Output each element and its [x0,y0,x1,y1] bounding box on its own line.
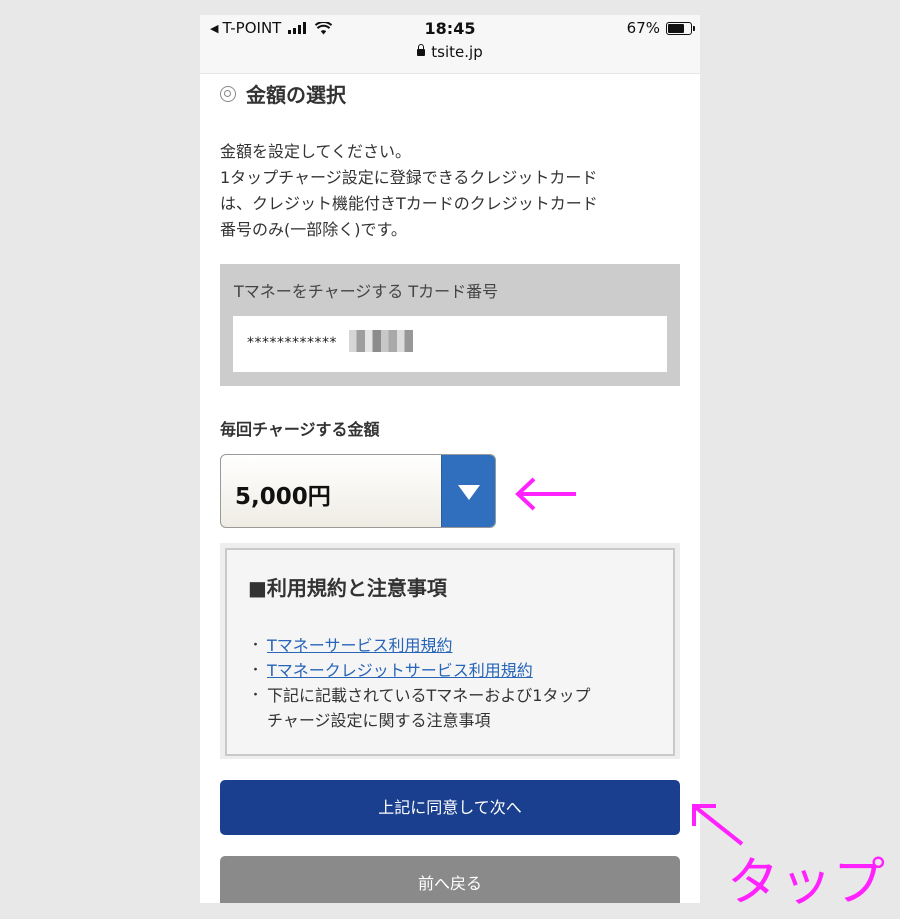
amount-select[interactable]: 5,000円 [220,454,496,528]
intro-line: 金額を設定してください。 [220,142,412,161]
clock: 18:45 [424,19,476,38]
terms-list: Tマネーサービス利用規約 Tマネークレジットサービス利用規約 下記に記載されてい… [249,633,591,733]
agree-next-button[interactable]: 上記に同意して次へ [220,780,680,835]
intro-line: 1タップチャージ設定に登録できるクレジットカード [220,168,598,187]
back-button[interactable]: 前へ戻る [220,856,680,903]
battery-percent: 67% [626,19,660,37]
url-text: tsite.jp [431,43,483,61]
lock-icon [417,44,426,56]
battery-icon [666,21,695,35]
terms-panel: ■利用規約と注意事項 Tマネーサービス利用規約 Tマネークレジットサービス利用規… [220,543,680,759]
card-number-field: ************ [233,316,667,372]
intro-line: 番号のみ(一部除く)です。 [220,220,407,239]
url-bar[interactable]: tsite.jp [200,43,700,61]
battery-status: 67% [626,19,695,37]
dropdown-arrow-icon[interactable] [441,455,495,527]
masked-card-number: ************ [247,335,337,351]
card-number-label: Tマネーをチャージする Tカード番号 [234,282,499,301]
terms-box: ■利用規約と注意事項 Tマネーサービス利用規約 Tマネークレジットサービス利用規… [225,548,675,756]
note-line: 下記に記載されているTマネーおよび1タップ [267,686,591,705]
note-line: チャージ設定に関する注意事項 [267,711,491,730]
intro-text: 金額を設定してください。 1タップチャージ設定に登録できるクレジットカード は、… [220,139,680,243]
double-circle-icon [220,85,236,102]
amount-selected-value: 5,000円 [235,484,331,510]
credit-terms-link[interactable]: Tマネークレジットサービス利用規約 [267,661,533,680]
section-title-text: 金額の選択 [246,83,346,107]
terms-title: ■利用規約と注意事項 [248,576,447,600]
section-title: 金額の選択 [220,79,346,108]
list-item: Tマネークレジットサービス利用規約 [249,658,590,683]
list-item: Tマネーサービス利用規約 [249,633,590,658]
tap-annotation-text: タップ [727,853,887,913]
list-item: 下記に記載されているTマネーおよび1タップチャージ設定に関する注意事項 [249,683,591,733]
phone-screen: ◀ T-POINT 18:45 67% tsite.jp 金額の選択 金額を設定… [200,15,700,903]
status-bar: ◀ T-POINT 18:45 67% tsite.jp [200,15,700,74]
intro-line: は、クレジット機能付きTカードのクレジットカード [220,194,598,213]
service-terms-link[interactable]: Tマネーサービス利用規約 [267,636,452,655]
pixelated-digits [349,330,413,352]
amount-label: 毎回チャージする金額 [220,420,380,439]
card-number-panel: Tマネーをチャージする Tカード番号 ************ [220,264,680,386]
left-arrow-annotation-icon [515,477,576,511]
